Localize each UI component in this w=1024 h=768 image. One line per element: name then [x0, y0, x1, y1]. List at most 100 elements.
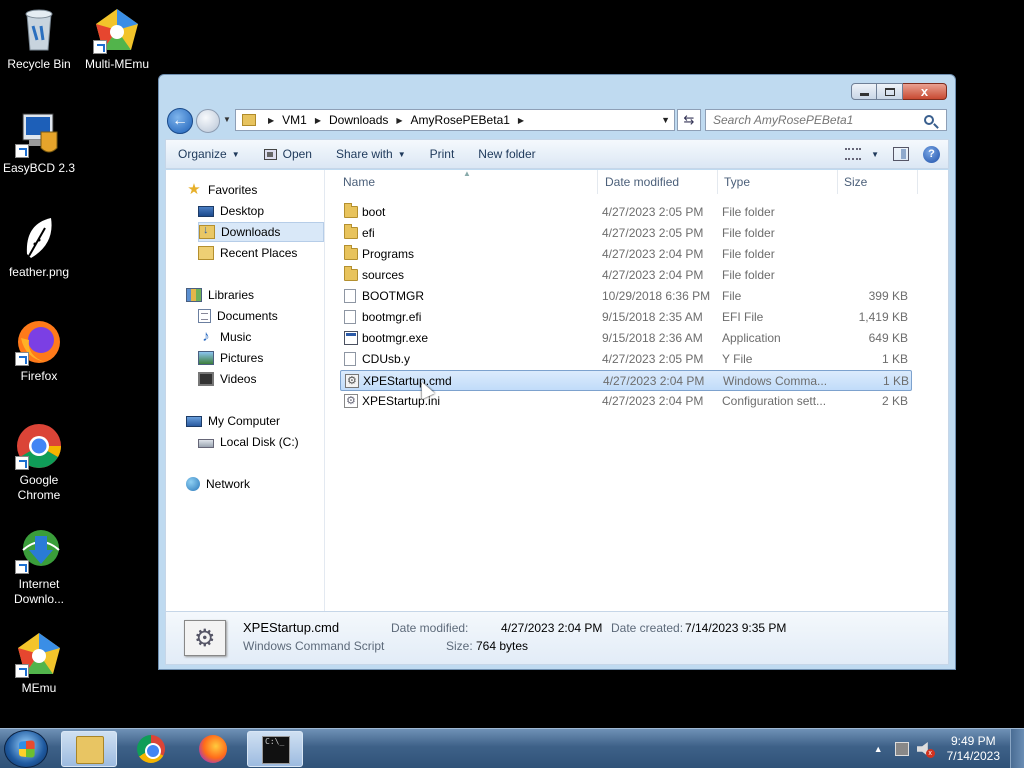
desktop-folder-icon — [198, 205, 214, 217]
chevron-right-icon[interactable]: ▶ — [268, 116, 274, 125]
recent-pages-dropdown[interactable]: ▼ — [223, 115, 231, 125]
file-row[interactable]: bootmgr.efi 9/15/2018 2:35 AM EFI File 1,41… — [340, 307, 912, 328]
nav-music[interactable]: ♪ Music — [198, 327, 251, 347]
taskbar-firefox[interactable] — [185, 731, 241, 767]
nav-network[interactable]: Network — [186, 474, 250, 494]
breadcrumb-vm1[interactable]: VM1 — [282, 113, 307, 127]
desktop-icon-memu[interactable]: MEmu — [1, 630, 77, 696]
print-button[interactable]: Print — [418, 140, 467, 168]
clock[interactable]: 9:49 PM 7/14/2023 — [947, 734, 1000, 764]
back-button[interactable]: ← — [167, 108, 193, 134]
computer-icon — [186, 415, 202, 427]
file-row[interactable]: BOOTMGR 10/29/2018 6:36 PM File 399 KB — [340, 286, 912, 307]
command-prompt-icon: C:\_ — [262, 736, 290, 764]
folder-icon — [344, 245, 358, 260]
search-input[interactable] — [706, 113, 916, 127]
star-icon: ★ — [187, 181, 201, 198]
details-date-created-value: 7/14/2023 9:35 PM — [685, 621, 787, 635]
maximize-icon — [884, 87, 895, 96]
start-button[interactable] — [4, 730, 48, 768]
change-view-icon[interactable] — [845, 148, 862, 160]
file-type: EFI File — [722, 310, 764, 324]
desktop-icon-label: EasyBCD 2.3 — [2, 161, 76, 175]
file-name: efi — [362, 226, 375, 240]
close-icon: x — [920, 84, 929, 99]
file-type: File folder — [722, 268, 775, 282]
nav-my-computer[interactable]: My Computer — [186, 411, 280, 431]
network-tray-icon[interactable] — [894, 742, 909, 756]
nav-downloads[interactable]: Downloads — [198, 222, 324, 242]
search-box — [705, 109, 947, 131]
desktop-icon-easybcd[interactable]: EasyBCD 2.3 — [1, 110, 77, 176]
folder-icon — [242, 114, 256, 126]
file-type: Windows Comma... — [723, 374, 828, 388]
chevron-right-icon[interactable]: ▶ — [396, 116, 402, 125]
address-dropdown-icon[interactable]: ▼ — [661, 115, 670, 125]
libraries-icon — [186, 288, 202, 302]
maximize-button[interactable] — [877, 83, 903, 100]
file-row[interactable]: bootmgr.exe 9/15/2018 2:36 AM Application 6… — [340, 328, 912, 349]
help-icon[interactable]: ? — [923, 145, 940, 163]
shortcut-arrow-icon — [15, 560, 29, 574]
nav-recent-places[interactable]: Recent Places — [198, 243, 297, 263]
desktop-icon-label: Recycle Bin — [7, 57, 71, 71]
nav-pictures[interactable]: Pictures — [198, 348, 263, 368]
share-with-button[interactable]: Share with ▼ — [324, 140, 418, 168]
minimize-button[interactable] — [851, 83, 877, 100]
nav-documents[interactable]: Documents — [198, 306, 278, 326]
chevron-right-icon[interactable]: ▶ — [518, 116, 524, 125]
file-name: Programs — [362, 247, 415, 261]
open-button[interactable]: Open — [252, 140, 324, 168]
show-hidden-icons-icon[interactable]: ▲ — [874, 744, 883, 754]
search-icon[interactable] — [924, 115, 934, 125]
column-label: Size — [844, 175, 868, 189]
forward-button[interactable] — [196, 109, 220, 133]
details-date-modified-label: Date modified: — [391, 621, 469, 635]
column-header-date-modified[interactable]: Date modified — [598, 170, 718, 194]
desktop-icon-recycle-bin[interactable]: Recycle Bin — [1, 6, 77, 72]
nav-local-disk[interactable]: Local Disk (C:) — [198, 432, 299, 452]
column-label: Date modified — [605, 175, 680, 189]
refresh-button[interactable]: ⇆ — [677, 109, 701, 131]
nav-libraries[interactable]: Libraries — [186, 285, 254, 305]
file-row[interactable]: CDUsb.y 4/27/2023 2:05 PM Y File 1 KB — [340, 349, 912, 370]
shortcut-arrow-icon — [15, 352, 29, 366]
chevron-right-icon[interactable]: ▶ — [315, 116, 321, 125]
cmd-script-large-icon — [184, 620, 226, 656]
file-size: 2 KB — [881, 394, 908, 408]
file-name: CDUsb.y — [362, 352, 411, 366]
file-row[interactable]: boot 4/27/2023 2:05 PM File folder — [340, 202, 912, 223]
breadcrumb-downloads[interactable]: Downloads — [329, 113, 388, 127]
taskbar-explorer[interactable] — [61, 731, 117, 767]
taskbar-command-prompt[interactable]: C:\_ — [247, 731, 303, 767]
nav-desktop[interactable]: Desktop — [198, 201, 264, 221]
firefox-icon — [199, 735, 227, 763]
desktop-icon-internet-download-manager[interactable]: Internet Downlo... — [1, 526, 77, 607]
desktop-icon-google-chrome[interactable]: Google Chrome — [1, 422, 77, 503]
close-button[interactable]: x — [903, 83, 947, 100]
file-row[interactable]: Programs 4/27/2023 2:04 PM File folder — [340, 244, 912, 265]
new-folder-button[interactable]: New folder — [466, 140, 547, 168]
column-header-type[interactable]: Type — [718, 170, 838, 194]
file-type: Y File — [722, 352, 753, 366]
breadcrumb-amyrosepebeta1[interactable]: AmyRosePEBeta1 — [411, 113, 510, 127]
nav-videos[interactable]: Videos — [198, 369, 256, 389]
desktop-icon-feather[interactable]: feather.png — [1, 214, 77, 280]
show-desktop-button[interactable] — [1010, 729, 1024, 768]
organize-button[interactable]: Organize ▼ — [166, 140, 252, 168]
file-row[interactable]: efi 4/27/2023 2:05 PM File folder — [340, 223, 912, 244]
column-header-name[interactable]: Name — [326, 170, 598, 194]
desktop-icon-multi-memu[interactable]: Multi-MEmu — [79, 6, 155, 72]
chevron-down-icon[interactable]: ▼ — [871, 150, 879, 159]
column-header-size[interactable]: Size — [838, 170, 918, 194]
folder-icon — [344, 224, 358, 239]
taskbar-chrome[interactable] — [123, 731, 179, 767]
desktop-icon-firefox[interactable]: Firefox — [1, 318, 77, 384]
preview-pane-icon[interactable] — [893, 147, 909, 161]
nav-favorites[interactable]: ★ Favorites — [186, 180, 257, 200]
file-row[interactable]: sources 4/27/2023 2:04 PM File folder — [340, 265, 912, 286]
nav-label: Libraries — [208, 288, 255, 302]
address-bar[interactable]: ▶ VM1 ▶ Downloads ▶ AmyRosePEBeta1 ▶ ▼ — [235, 109, 675, 131]
content-area: ★ Favorites Desktop Downloads Recent Plac… — [165, 169, 949, 611]
volume-tray-icon[interactable]: x — [916, 742, 935, 758]
